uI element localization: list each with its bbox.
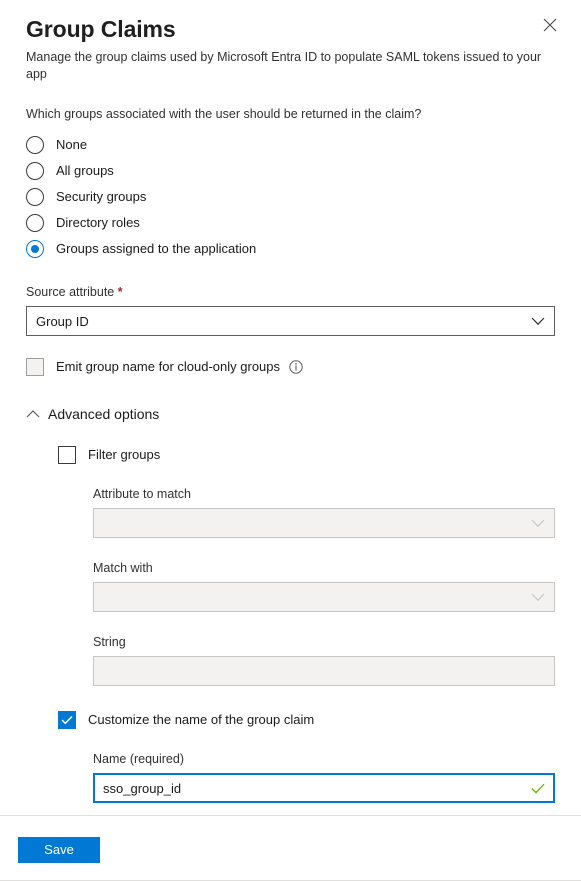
source-attribute-label: Source attribute * [26, 284, 555, 301]
match-with-select [93, 582, 555, 612]
radio-label: Groups assigned to the application [56, 241, 257, 256]
attribute-to-match-select [93, 508, 555, 538]
info-icon[interactable] [289, 360, 303, 374]
radio-circle-icon [26, 162, 44, 180]
claim-name-label: Name (required) [93, 752, 185, 766]
emit-group-name-checkbox-row[interactable]: Emit group name for cloud-only groups [26, 358, 555, 376]
emit-group-name-label: Emit group name for cloud-only groups [56, 359, 281, 374]
source-attribute-select[interactable]: Group ID [26, 306, 555, 336]
checkbox-unchecked-icon [58, 446, 76, 464]
checkbox-unchecked-icon [26, 358, 44, 376]
radio-circle-icon [26, 214, 44, 232]
radio-option-none[interactable]: None [26, 132, 555, 158]
radio-label: All groups [56, 163, 114, 178]
radio-circle-icon [26, 136, 44, 154]
radio-label: None [56, 137, 88, 152]
checkbox-checked-icon [58, 711, 76, 729]
radio-label: Security groups [56, 189, 147, 204]
page-subtitle: Manage the group claims used by Microsof… [26, 50, 542, 81]
chevron-down-icon [531, 317, 545, 326]
groups-radio-group: None All groups Security groups Director… [26, 132, 555, 262]
customize-claim-name-label: Customize the name of the group claim [88, 712, 315, 727]
match-with-label: Match with [93, 561, 153, 575]
groups-question-label: Which groups associated with the user sh… [26, 107, 422, 121]
radio-option-security-groups[interactable]: Security groups [26, 184, 555, 210]
panel-footer: Save [0, 815, 581, 880]
match-with-field: Match with [93, 560, 555, 612]
radio-option-directory-roles[interactable]: Directory roles [26, 210, 555, 236]
radio-option-all-groups[interactable]: All groups [26, 158, 555, 184]
source-attribute-label-text: Source attribute [26, 285, 115, 299]
claim-name-field: Name (required) sso_group_id [93, 751, 555, 803]
attribute-to-match-field: Attribute to match [93, 486, 555, 538]
string-field: String [93, 634, 555, 686]
save-button[interactable]: Save [18, 837, 100, 863]
radio-circle-selected-icon [26, 240, 44, 258]
filter-groups-checkbox-row[interactable]: Filter groups [58, 446, 555, 464]
valid-checkmark-icon [531, 783, 545, 794]
advanced-options-toggle[interactable]: Advanced options [26, 404, 159, 424]
chevron-up-icon [26, 409, 48, 419]
panel-header: Group Claims Manage the group claims use… [0, 0, 581, 83]
close-button[interactable] [535, 11, 565, 41]
attribute-to-match-label: Attribute to match [93, 487, 191, 501]
customize-claim-name-checkbox-row[interactable]: Customize the name of the group claim [58, 711, 555, 729]
radio-label: Directory roles [56, 215, 140, 230]
source-attribute-value: Group ID [36, 313, 89, 329]
claim-name-value: sso_group_id [103, 780, 182, 796]
advanced-options-label: Advanced options [48, 406, 160, 422]
source-attribute-field: Source attribute * Group ID [26, 284, 555, 336]
radio-circle-icon [26, 188, 44, 206]
chevron-down-icon [531, 593, 545, 602]
chevron-down-icon [531, 519, 545, 528]
close-icon [543, 18, 557, 35]
claim-name-input[interactable]: sso_group_id [93, 773, 555, 803]
radio-option-groups-assigned-to-application[interactable]: Groups assigned to the application [26, 236, 555, 262]
string-input [93, 656, 555, 686]
page-title: Group Claims [26, 16, 176, 42]
required-asterisk: * [117, 285, 123, 299]
string-label: String [93, 635, 126, 649]
group-claims-panel: Group Claims Manage the group claims use… [0, 0, 581, 881]
panel-body: Which groups associated with the user sh… [0, 83, 581, 815]
filter-groups-label: Filter groups [88, 447, 161, 462]
